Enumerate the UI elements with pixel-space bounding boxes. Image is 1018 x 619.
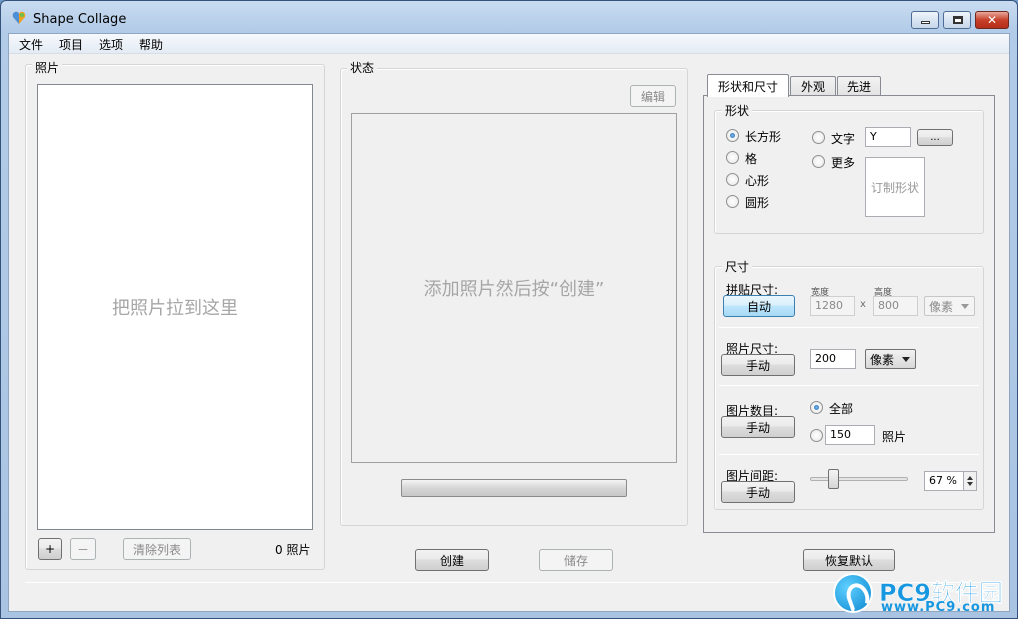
photos-legend: 照片 bbox=[32, 59, 63, 76]
save-button[interactable]: 储存 bbox=[539, 549, 613, 571]
reset-defaults-button[interactable]: 恢复默认 bbox=[803, 549, 895, 571]
menu-bar: 文件 项目 选项 帮助 bbox=[9, 34, 1009, 54]
photo-drop-hint: 把照片拉到这里 bbox=[112, 298, 238, 319]
shape-grid-label: 格 bbox=[745, 152, 758, 166]
tab-shape-size[interactable]: 形状和尺寸 bbox=[707, 74, 789, 97]
watermark: PC9软件园 www.PC9.com bbox=[831, 571, 1017, 617]
spacing-manual-button[interactable]: 手动 bbox=[721, 481, 795, 503]
menu-help[interactable]: 帮助 bbox=[135, 36, 167, 53]
clear-list-button[interactable]: 清除列表 bbox=[123, 538, 191, 560]
tab-advanced[interactable]: 先进 bbox=[837, 76, 881, 96]
collage-height-input[interactable]: 800 bbox=[873, 296, 918, 316]
chevron-down-icon bbox=[961, 304, 969, 309]
shape-legend: 形状 bbox=[722, 102, 753, 119]
collage-unit-value: 像素 bbox=[929, 300, 954, 314]
shape-circle-radio[interactable] bbox=[726, 195, 739, 208]
menu-file[interactable]: 文件 bbox=[15, 36, 47, 53]
shape-heart-radio[interactable] bbox=[726, 173, 739, 186]
photo-size-input[interactable]: 200 bbox=[810, 349, 856, 369]
preview-hint: 添加照片然后按“创建” bbox=[423, 279, 605, 300]
chevron-down-icon bbox=[902, 357, 910, 362]
title-bar[interactable]: Shape Collage ✕ bbox=[1, 1, 1017, 33]
status-legend: 状态 bbox=[347, 59, 378, 76]
photo-unit-value: 像素 bbox=[870, 353, 895, 367]
watermark-logo-icon bbox=[833, 573, 873, 613]
edit-button[interactable]: 编辑 bbox=[630, 85, 676, 107]
shape-rectangle-radio[interactable] bbox=[726, 129, 739, 142]
progress-bar bbox=[401, 479, 627, 497]
custom-shape-label: 订制形状 bbox=[870, 180, 919, 195]
photo-count-unit: 照片 bbox=[882, 430, 907, 444]
photo-count-manual-button[interactable]: 手动 bbox=[721, 416, 795, 438]
shape-text-radio[interactable] bbox=[812, 131, 825, 144]
spacing-slider-thumb[interactable] bbox=[828, 469, 840, 489]
shape-rectangle-label: 长方形 bbox=[745, 130, 782, 144]
menu-project[interactable]: 项目 bbox=[55, 36, 87, 53]
app-icon bbox=[12, 11, 26, 24]
count-custom-radio[interactable] bbox=[810, 429, 823, 442]
custom-shape-box[interactable]: 订制形状 bbox=[865, 157, 925, 217]
count-all-radio[interactable] bbox=[810, 401, 823, 414]
collage-width-input[interactable]: 1280 bbox=[810, 296, 855, 316]
create-button[interactable]: 创建 bbox=[415, 549, 489, 571]
spacing-spinner[interactable] bbox=[963, 471, 977, 491]
app-window: Shape Collage ✕ 文件 项目 选项 帮助 照片 把照片拉到这里 +… bbox=[0, 0, 1018, 619]
collage-times-label: x bbox=[860, 299, 866, 310]
close-button[interactable]: ✕ bbox=[975, 11, 1009, 29]
minimize-icon bbox=[921, 21, 930, 24]
photo-drop-area[interactable]: 把照片拉到这里 bbox=[37, 84, 313, 530]
count-all-label: 全部 bbox=[829, 402, 854, 416]
maximize-icon bbox=[953, 16, 963, 24]
shape-circle-label: 圆形 bbox=[745, 196, 770, 210]
size-legend: 尺寸 bbox=[722, 258, 753, 275]
collage-unit-select[interactable]: 像素 bbox=[924, 296, 975, 316]
shape-more-radio[interactable] bbox=[812, 155, 825, 168]
size-divider bbox=[719, 454, 979, 455]
client-area: 文件 项目 选项 帮助 照片 把照片拉到这里 + － 清除列表 0 照片 状态 … bbox=[8, 33, 1010, 612]
menu-options[interactable]: 选项 bbox=[95, 36, 127, 53]
shape-text-label: 文字 bbox=[831, 132, 856, 146]
spin-down-icon[interactable] bbox=[967, 482, 973, 486]
maximize-button[interactable] bbox=[943, 11, 971, 29]
photo-size-manual-button[interactable]: 手动 bbox=[721, 354, 795, 376]
remove-photo-button[interactable]: － bbox=[70, 538, 96, 560]
minimize-button[interactable] bbox=[911, 11, 939, 29]
shape-grid-radio[interactable] bbox=[726, 151, 739, 164]
font-browse-button[interactable]: ... bbox=[917, 129, 953, 146]
size-divider bbox=[719, 385, 979, 386]
preview-area: 添加照片然后按“创建” bbox=[351, 113, 677, 463]
photo-count-input[interactable]: 150 bbox=[825, 425, 875, 445]
shape-heart-label: 心形 bbox=[745, 174, 770, 188]
size-divider bbox=[719, 327, 979, 328]
add-photo-button[interactable]: + bbox=[38, 538, 62, 560]
close-icon: ✕ bbox=[986, 13, 998, 27]
watermark-url: www.PC9.com bbox=[881, 600, 996, 615]
collage-size-auto-button[interactable]: 自动 bbox=[723, 295, 795, 317]
tab-appearance[interactable]: 外观 bbox=[790, 76, 836, 96]
spin-up-icon[interactable] bbox=[967, 476, 973, 480]
photo-unit-select[interactable]: 像素 bbox=[865, 349, 916, 369]
spacing-value-input[interactable]: 67 % bbox=[924, 471, 964, 491]
shape-more-label: 更多 bbox=[831, 156, 856, 170]
window-title: Shape Collage bbox=[33, 12, 127, 27]
photo-count: 0 照片 bbox=[275, 543, 311, 557]
shape-text-input[interactable]: Y bbox=[865, 127, 911, 147]
spacing-slider-track[interactable] bbox=[810, 477, 908, 481]
